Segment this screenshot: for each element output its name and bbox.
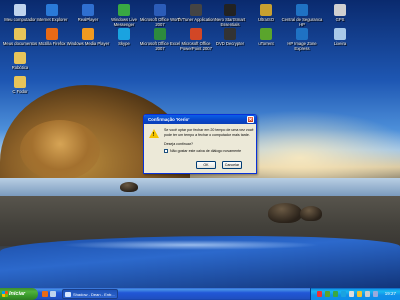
media-player-icon (82, 28, 94, 40)
word-icon (154, 4, 166, 16)
desktop-icon-folder[interactable]: C Fodor (0, 76, 42, 94)
antivirus-tray-icon[interactable] (317, 291, 322, 297)
clock: 19:27 (384, 291, 396, 296)
hp-security-icon (296, 4, 308, 16)
tvtuner-icon (190, 4, 202, 16)
start-button[interactable]: Iniciar (0, 288, 38, 300)
internet-explorer-icon (46, 4, 58, 16)
beach-rock (268, 203, 302, 223)
utorrent-tray-icon[interactable] (325, 291, 330, 297)
recycle-bin-icon (334, 28, 346, 40)
hp-image-zone-icon (296, 28, 308, 40)
nero-icon (224, 4, 236, 16)
desktop-icon-gps[interactable]: GPS (318, 4, 362, 22)
powerpoint-icon (190, 28, 202, 40)
power-tray-icon[interactable] (373, 291, 378, 297)
dont-show-again-label: Não gostar este caixa de diálogo novamen… (170, 149, 242, 153)
my-documents-icon (14, 28, 26, 40)
dialog-question: Deseja continuar? (164, 142, 193, 146)
skype-tray-icon[interactable] (341, 291, 346, 297)
messenger-icon (118, 4, 130, 16)
realplayer-icon (82, 4, 94, 16)
skype-icon (118, 28, 130, 40)
window-app-icon (65, 292, 71, 297)
my-computer-icon (14, 4, 26, 16)
sea-rock (120, 182, 138, 192)
show-desktop-icon[interactable] (50, 291, 56, 297)
desktop-icon-label: Lixeira (333, 41, 347, 46)
dialog-message: Se você optar por fechar em 20 tempo de … (164, 128, 254, 137)
system-tray: 19:27 (310, 288, 400, 300)
security-tray-icon[interactable] (357, 291, 362, 297)
taskbar-window-button[interactable]: Shadow - Dean - Entr... (62, 289, 118, 299)
beach-rock (300, 206, 322, 221)
dont-show-again-row: Não gostar este caixa de diálogo novamen… (164, 149, 241, 154)
excel-icon (154, 28, 166, 40)
dialog-title: Confirmação 'Kerio' (148, 117, 190, 122)
messenger-tray-icon[interactable] (333, 291, 338, 297)
folder-icon (14, 76, 26, 88)
desktop-icon-label: C Fodor (12, 89, 28, 94)
desktop-icon-label: GPS (335, 17, 345, 22)
network-tray-icon[interactable] (349, 291, 354, 297)
dont-show-again-checkbox[interactable] (164, 149, 168, 154)
dialog-titlebar[interactable]: Confirmação 'Kerio' ✕ (144, 115, 256, 124)
taskbar-window-label: Shadow - Dean - Entr... (73, 292, 115, 297)
ok-button[interactable]: OK (196, 161, 216, 169)
warning-mark: ! (152, 131, 155, 138)
desktop-icon-recycle-bin[interactable]: Lixeira (318, 28, 362, 46)
dvd-decrypter-icon (224, 28, 236, 40)
wave-highlight (60, 240, 320, 250)
firefox-icon (46, 28, 58, 40)
cancel-button[interactable]: Cancelar (222, 161, 242, 169)
close-button[interactable]: ✕ (247, 116, 254, 123)
taskbar: Iniciar Shadow - Dean - Entr... 19:27 (0, 288, 400, 300)
ultraiso-icon (260, 4, 272, 16)
utorrent-icon (260, 28, 272, 40)
start-label: Iniciar (9, 291, 26, 297)
volume-tray-icon[interactable] (365, 291, 370, 297)
firefox-quicklaunch-icon[interactable] (42, 291, 48, 297)
desktop-icon-label: Robótica (11, 65, 29, 70)
cliff-highlight (20, 120, 100, 180)
desktop-icon-folder[interactable]: Robótica (0, 52, 42, 70)
folder-icon (14, 52, 26, 64)
gps-icon (334, 4, 346, 16)
windows-logo-icon (2, 291, 8, 297)
confirmation-dialog: Confirmação 'Kerio' ✕ ! Se você optar po… (143, 114, 257, 174)
desktop[interactable]: Meu computador Internet Explorer RealPlaye… (0, 0, 400, 288)
